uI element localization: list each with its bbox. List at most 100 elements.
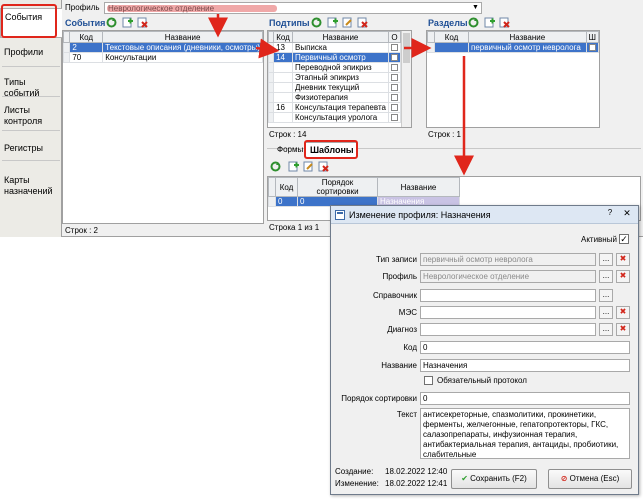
refresh-icon[interactable]: [270, 161, 281, 172]
delete-icon[interactable]: [137, 17, 148, 28]
col-header[interactable]: Код: [273, 31, 293, 43]
col-header[interactable]: Название: [102, 31, 263, 43]
name-label: Название: [381, 361, 417, 370]
table-row[interactable]: 16 Консультация терапевта: [267, 102, 402, 113]
left-tab-label: Профили: [4, 47, 44, 57]
col-header[interactable]: Код: [275, 177, 298, 197]
edit-icon[interactable]: [342, 17, 353, 28]
record-type-clear-button[interactable]: ✖: [616, 253, 630, 266]
scrollbar-thumb[interactable]: [403, 33, 410, 63]
add-icon[interactable]: [327, 17, 338, 28]
profile-select[interactable]: Неврологическое отделение ▼: [104, 2, 482, 14]
cancel-button[interactable]: ⊘ Отмена (Esc): [548, 469, 632, 489]
cell-name: Выписка: [291, 42, 389, 53]
subtypes-scrollbar[interactable]: [401, 31, 411, 127]
record-type-browse-button[interactable]: ...: [599, 253, 613, 266]
checkbox[interactable]: [390, 104, 398, 112]
checkbox[interactable]: [390, 74, 398, 82]
mes-browse-button[interactable]: ...: [599, 306, 613, 319]
save-button[interactable]: ✔ Сохранить (F2): [451, 469, 537, 489]
table-row[interactable]: Физиотерапия: [267, 92, 402, 103]
cell-name: Первичный осмотр: [291, 52, 389, 63]
add-icon[interactable]: [122, 17, 133, 28]
table-row[interactable]: первичный осмотр невролога: [427, 42, 600, 53]
cell-code: 2: [69, 42, 104, 53]
active-checkbox[interactable]: ✓: [619, 234, 629, 244]
code-label: Код: [403, 343, 417, 352]
table-row[interactable]: 70 Консультации: [62, 52, 263, 63]
tab-forms[interactable]: Формы: [277, 145, 303, 154]
reference-browse-button[interactable]: ...: [599, 289, 613, 302]
col-header[interactable]: О: [387, 31, 402, 43]
left-tab-registers[interactable]: Регистры: [0, 140, 62, 157]
left-tab-event-types[interactable]: Типы событий: [0, 74, 62, 102]
diagnosis-browse-button[interactable]: ...: [599, 323, 613, 336]
events-panel: События Код Название 2 Текстовые описания …: [62, 15, 264, 236]
mandatory-protocol-checkbox[interactable]: [424, 376, 433, 385]
col-header[interactable]: Код: [69, 31, 104, 43]
left-tab-prescription-cards[interactable]: Карты назначений: [0, 172, 62, 200]
refresh-icon[interactable]: [468, 17, 479, 28]
col-header[interactable]: Название: [291, 31, 389, 43]
diagnosis-field[interactable]: [420, 323, 596, 336]
mes-clear-button[interactable]: ✖: [616, 306, 630, 319]
mes-field[interactable]: [420, 306, 596, 319]
col-header[interactable]: Название: [377, 177, 460, 197]
table-row[interactable]: Этапный эпикриз: [267, 72, 402, 83]
subtypes-panel: Подтипы Код Название О 13 Выписка 14 Первичн…: [267, 15, 412, 140]
add-icon[interactable]: [484, 17, 495, 28]
profile-field[interactable]: Неврологическое отделение: [420, 270, 596, 283]
col-header[interactable]: Ш: [585, 31, 600, 43]
chevron-down-icon[interactable]: ▼: [470, 3, 481, 13]
col-header[interactable]: Название: [468, 31, 587, 43]
text-area[interactable]: антисекреторные, спазмолитики, прокинети…: [420, 408, 630, 459]
diagnosis-clear-button[interactable]: ✖: [616, 323, 630, 336]
refresh-icon[interactable]: [311, 17, 322, 28]
cell-code: [273, 72, 293, 83]
cell-name: Консультация терапевта: [291, 102, 389, 113]
col-header[interactable]: Порядок сортировки: [297, 177, 378, 197]
text-line: ферменты, желчегонные, гепатопротекторы,…: [423, 420, 609, 429]
help-icon[interactable]: ?: [603, 208, 617, 221]
delete-icon[interactable]: [499, 17, 510, 28]
name-field[interactable]: Назначения: [420, 359, 630, 372]
modified-value: 18.02.2022 12:41: [385, 479, 448, 488]
cell-name: первичный осмотр невролога: [468, 42, 587, 53]
left-tab-label: Карты назначений: [4, 175, 53, 196]
delete-icon[interactable]: [357, 17, 368, 28]
checkbox[interactable]: [390, 94, 398, 102]
table-row[interactable]: 13 Выписка: [267, 42, 402, 53]
cell-name: Дневник текущий: [291, 82, 389, 93]
checkbox[interactable]: [390, 54, 398, 62]
reference-field[interactable]: [420, 289, 596, 302]
created-value: 18.02.2022 12:40: [385, 467, 448, 476]
table-row[interactable]: Дневник текущий: [267, 82, 402, 93]
col-header[interactable]: Код: [434, 31, 469, 43]
table-row[interactable]: Консультация уролога: [267, 112, 402, 123]
checkbox[interactable]: [390, 84, 398, 92]
active-label: Активный: [581, 235, 617, 244]
left-tab-checklists[interactable]: Листы контроля: [0, 102, 62, 130]
subtypes-footer: Строк : 14: [269, 130, 307, 139]
table-row[interactable]: 2 Текстовые описания (дневники, осмотры): [62, 42, 263, 53]
record-type-field[interactable]: первичный осмотр невролога: [420, 253, 596, 266]
sort-order-field[interactable]: 0: [420, 392, 630, 405]
checkbox[interactable]: [390, 64, 398, 72]
refresh-icon[interactable]: [106, 17, 117, 28]
add-icon[interactable]: [288, 161, 299, 172]
profile-clear-button[interactable]: ✖: [616, 270, 630, 283]
left-tab-profiles[interactable]: Профили: [0, 44, 62, 61]
profile-label: Профиль: [382, 272, 417, 281]
dialog-title: Изменение профиля: Назначения: [349, 210, 491, 220]
checkbox[interactable]: [390, 114, 398, 122]
delete-icon[interactable]: [318, 161, 329, 172]
edit-icon[interactable]: [303, 161, 314, 172]
code-field[interactable]: 0: [420, 341, 630, 354]
profile-browse-button[interactable]: ...: [599, 270, 613, 283]
table-row[interactable]: 14 Первичный осмотр: [267, 52, 402, 63]
checkbox[interactable]: [390, 44, 398, 52]
checkbox[interactable]: [588, 44, 596, 52]
table-row[interactable]: Переводной эпикриз: [267, 62, 402, 73]
close-icon[interactable]: ✕: [619, 208, 635, 221]
events-grid: Код Название 2 Текстовые описания (дневник…: [62, 31, 263, 63]
